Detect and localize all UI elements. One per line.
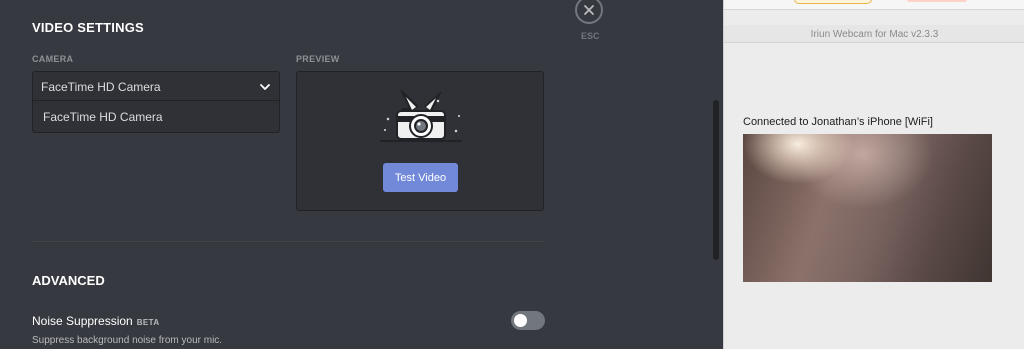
preview-label: PREVIEW bbox=[296, 54, 340, 64]
window-toolbar bbox=[724, 0, 1024, 10]
camera-label: CAMERA bbox=[32, 54, 74, 64]
test-video-button[interactable]: Test Video bbox=[383, 163, 458, 192]
window-titlebar: Iriun Webcam for Mac v2.3.3 bbox=[724, 25, 1024, 43]
noise-suppression-text: Noise Suppression bbox=[32, 314, 133, 328]
webcam-video-feed bbox=[743, 134, 992, 282]
toolbar-button[interactable] bbox=[794, 0, 872, 4]
discord-settings-panel: VIDEO SETTINGS CAMERA PREVIEW FaceTime H… bbox=[0, 0, 723, 349]
noise-suppression-toggle[interactable] bbox=[511, 311, 545, 330]
beta-badge: BETA bbox=[136, 318, 160, 327]
toggle-knob bbox=[514, 314, 527, 327]
camera-selected-value: FaceTime HD Camera bbox=[41, 80, 161, 94]
camera-dropdown-menu: FaceTime HD Camera bbox=[32, 101, 280, 133]
noise-suppression-label: Noise Suppression BETA bbox=[32, 314, 160, 328]
advanced-heading: ADVANCED bbox=[32, 273, 105, 288]
window-title: Iriun Webcam for Mac v2.3.3 bbox=[810, 29, 939, 40]
camera-option[interactable]: FaceTime HD Camera bbox=[33, 101, 279, 132]
noise-suppression-description: Suppress background noise from your mic. bbox=[32, 335, 223, 346]
section-divider bbox=[32, 241, 544, 242]
esc-label: ESC bbox=[581, 31, 600, 41]
close-button[interactable] bbox=[575, 0, 603, 24]
iriun-webcam-window: Iriun Webcam for Mac v2.3.3 Connected to… bbox=[723, 0, 1024, 349]
video-preview: Test Video bbox=[296, 71, 544, 211]
connection-status: Connected to Jonathan’s iPhone [WiFi] bbox=[743, 116, 933, 128]
close-icon bbox=[584, 5, 594, 15]
toolbar-link[interactable] bbox=[907, 0, 967, 2]
video-settings-heading: VIDEO SETTINGS bbox=[32, 20, 144, 35]
camera-select[interactable]: FaceTime HD Camera bbox=[32, 71, 280, 101]
scrollbar[interactable] bbox=[713, 100, 719, 260]
camera-illustration bbox=[380, 89, 462, 142]
chevron-down-icon bbox=[260, 84, 270, 90]
